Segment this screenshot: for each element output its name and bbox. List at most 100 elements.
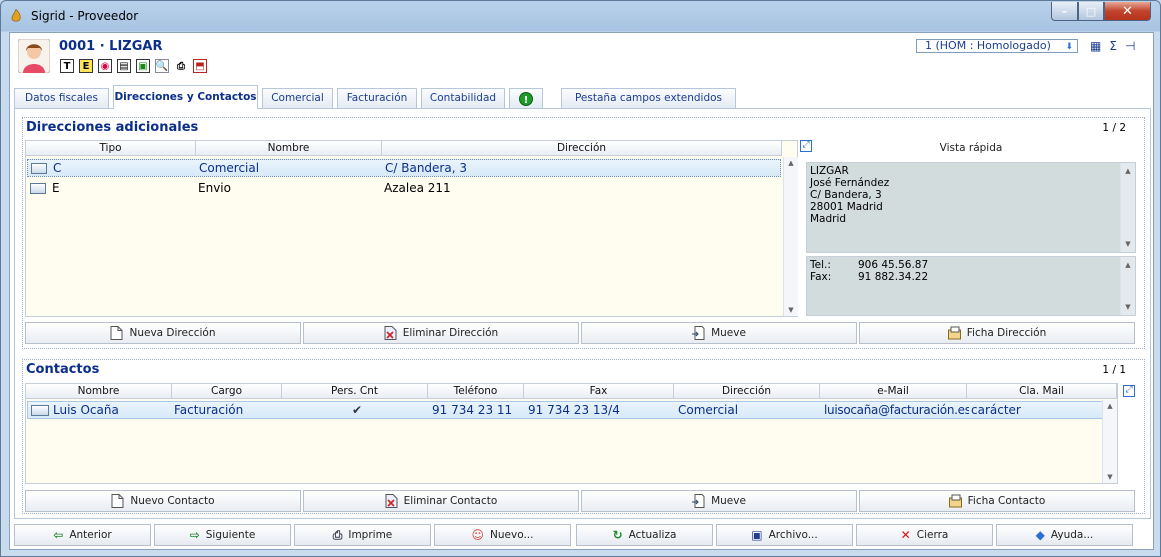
quick-view-line: C/ Bandera, 3 xyxy=(810,189,882,201)
id-card-icon[interactable]: ▤ xyxy=(117,59,131,73)
delete-address-button[interactable]: Eliminar Dirección xyxy=(303,322,579,344)
export-icon[interactable]: ▣ xyxy=(136,59,150,73)
tab-direcciones-contactos[interactable]: Direcciones y Contactos xyxy=(113,85,258,109)
grid-view-icon[interactable]: ▦ xyxy=(1090,39,1101,53)
maximize-button[interactable]: □ xyxy=(1078,2,1104,21)
homologation-status-value: 1 (HOM : Homologado) xyxy=(925,39,1051,52)
sigma-totals-icon[interactable]: Σ xyxy=(1109,39,1117,53)
col-telefono[interactable]: Teléfono xyxy=(428,384,524,398)
move-contact-button[interactable]: Mueve xyxy=(581,490,857,512)
text-t-icon[interactable]: T xyxy=(60,59,74,73)
new-document-icon xyxy=(110,326,123,340)
header-actions: ▦ Σ ⊣ xyxy=(1090,39,1135,53)
title-bar[interactable]: Sigrid - Proveedor – □ ✕ xyxy=(1,1,1160,31)
row-direccion: Azalea 211 xyxy=(384,181,451,195)
fax-label: Fax: xyxy=(810,271,832,283)
scroll-up-icon[interactable]: ▲ xyxy=(1103,402,1117,410)
new-address-button[interactable]: Nueva Dirección xyxy=(25,322,301,344)
print-button[interactable]: ⎙ Imprime xyxy=(294,524,431,546)
table-row[interactable]: Luis Ocaña Facturación ✔ 91 734 23 11 91… xyxy=(27,401,1117,419)
address-card-icon xyxy=(31,162,47,174)
card-folder-icon xyxy=(947,326,961,340)
scroll-down-icon[interactable]: ▼ xyxy=(784,306,798,314)
preview-icon[interactable]: 🔍 xyxy=(155,59,169,73)
tab-datos-fiscales[interactable]: Datos fiscales xyxy=(14,88,109,108)
scroll-up-icon[interactable]: ▲ xyxy=(1121,165,1135,177)
tab-facturacion[interactable]: Facturación xyxy=(337,88,417,108)
col-cargo[interactable]: Cargo xyxy=(172,384,282,398)
addresses-group: Direcciones adicionales 1 / 2 Tipo Nombr… xyxy=(22,117,1145,349)
table-row[interactable]: C Comercial C/ Bandera, 3 xyxy=(27,159,781,177)
color-wheel-icon[interactable]: ◉ xyxy=(98,59,112,73)
help-label: Ayuda... xyxy=(1050,529,1094,541)
quick-view-phones-scrollbar[interactable]: ▲ ▼ xyxy=(1120,257,1135,315)
new-address-label: Nueva Dirección xyxy=(129,327,216,339)
arrow-right-icon: ⇨ xyxy=(189,528,200,542)
pdf-icon[interactable]: ⬒ xyxy=(193,59,207,73)
scroll-down-icon[interactable]: ▼ xyxy=(1121,238,1135,250)
homologation-status-link[interactable]: 1 (HOM : Homologado) ⬇ xyxy=(916,39,1078,53)
previous-button[interactable]: ⇦ Anterior xyxy=(14,524,151,546)
col-nombre[interactable]: Nombre xyxy=(26,384,172,398)
tel-value: 906 45.56.87 xyxy=(858,259,929,271)
quick-view-line: Madrid xyxy=(810,213,847,225)
row-tipo: E xyxy=(52,181,60,195)
col-direccion[interactable]: Dirección xyxy=(382,141,782,155)
text-e-icon[interactable]: E xyxy=(79,59,93,73)
close-button[interactable]: ✕ Cierra xyxy=(856,524,993,546)
scroll-up-icon[interactable]: ▲ xyxy=(1121,259,1135,271)
col-pers-cnt[interactable]: Pers. Cnt xyxy=(282,384,428,398)
col-email[interactable]: e-Mail xyxy=(820,384,967,398)
contacts-grid-header: Nombre Cargo Pers. Cnt Teléfono Fax Dire… xyxy=(26,384,1117,399)
addresses-scrollbar[interactable]: ▲ ▼ xyxy=(783,157,798,316)
next-label: Siguiente xyxy=(205,529,256,541)
floppy-disk-icon: ▣ xyxy=(751,528,763,542)
pin-icon[interactable]: ⊣ xyxy=(1125,39,1135,53)
address-card-button[interactable]: Ficha Dirección xyxy=(859,322,1135,344)
addresses-buttons: Nueva Dirección Eliminar Dirección Mueve… xyxy=(25,322,1137,345)
record-header: 0001 · LIZGAR T E ◉ ▤ ▣ 🔍 ⎙ ⬒ 1 (HOM : H… xyxy=(10,33,1153,79)
contact-card-label: Ficha Contacto xyxy=(967,495,1046,507)
col-nombre[interactable]: Nombre xyxy=(196,141,382,155)
close-window-button[interactable]: ✕ xyxy=(1104,2,1151,21)
expand-grid-icon[interactable]: ⤢ xyxy=(1123,385,1135,397)
row-nombre: Luis Ocaña xyxy=(53,403,119,417)
contacts-group: Contactos 1 / 1 Nombre Cargo Pers. Cnt T… xyxy=(22,359,1145,514)
tab-comercial[interactable]: Comercial xyxy=(262,88,333,108)
new-record-button[interactable]: ☺ Nuevo... xyxy=(434,524,571,546)
tab-strip: Datos fiscales Direcciones y Contactos C… xyxy=(14,85,1151,109)
col-tipo[interactable]: Tipo xyxy=(26,141,196,155)
tab-contabilidad[interactable]: Contabilidad xyxy=(421,88,505,108)
delete-contact-button[interactable]: Eliminar Contacto xyxy=(303,490,579,512)
quick-view-scrollbar[interactable]: ▲ ▼ xyxy=(1120,163,1135,252)
col-direccion[interactable]: Dirección xyxy=(674,384,820,398)
contact-card-button[interactable]: Ficha Contacto xyxy=(859,490,1135,512)
contacts-grid[interactable]: Nombre Cargo Pers. Cnt Teléfono Fax Dire… xyxy=(25,383,1118,484)
row-telefono: 91 734 23 11 xyxy=(432,403,513,417)
contacts-scrollbar[interactable]: ▲ ▼ xyxy=(1102,400,1117,483)
save-file-button[interactable]: ▣ Archivo... xyxy=(716,524,853,546)
table-row[interactable]: E Envio Azalea 211 xyxy=(27,179,781,197)
help-button[interactable]: ◆ Ayuda... xyxy=(996,524,1133,546)
row-pers-cnt-check-icon: ✔ xyxy=(351,403,363,417)
minimize-button[interactable]: – xyxy=(1051,2,1078,21)
footer-bar: ⇦ Anterior ⇨ Siguiente ⎙ Imprime ☺ Nuevo… xyxy=(14,524,1151,548)
new-contact-button[interactable]: Nuevo Contacto xyxy=(25,490,301,512)
col-cla-mail[interactable]: Cla. Mail xyxy=(967,384,1117,398)
refresh-button[interactable]: ↻ Actualiza xyxy=(576,524,713,546)
addresses-grid[interactable]: Tipo Nombre Dirección C Comercial C/ Ban… xyxy=(25,140,798,317)
close-x-icon: ✕ xyxy=(900,528,911,542)
scroll-down-icon[interactable]: ▼ xyxy=(1121,301,1135,313)
scroll-down-icon[interactable]: ▼ xyxy=(1103,473,1117,481)
quick-view-line: LIZGAR xyxy=(810,165,849,177)
col-fax[interactable]: Fax xyxy=(524,384,674,398)
scroll-up-icon[interactable]: ▲ xyxy=(784,159,798,167)
printer-icon[interactable]: ⎙ xyxy=(174,59,188,73)
next-button[interactable]: ⇨ Siguiente xyxy=(154,524,291,546)
move-contact-label: Mueve xyxy=(711,495,746,507)
tab-extended-fields[interactable]: Pestaña campos extendidos xyxy=(561,88,736,108)
tab-help[interactable]: ! xyxy=(509,88,543,108)
contacts-buttons: Nuevo Contacto Eliminar Contacto Mueve F… xyxy=(25,490,1137,513)
print-label: Imprime xyxy=(348,529,393,541)
move-address-button[interactable]: Mueve xyxy=(581,322,857,344)
